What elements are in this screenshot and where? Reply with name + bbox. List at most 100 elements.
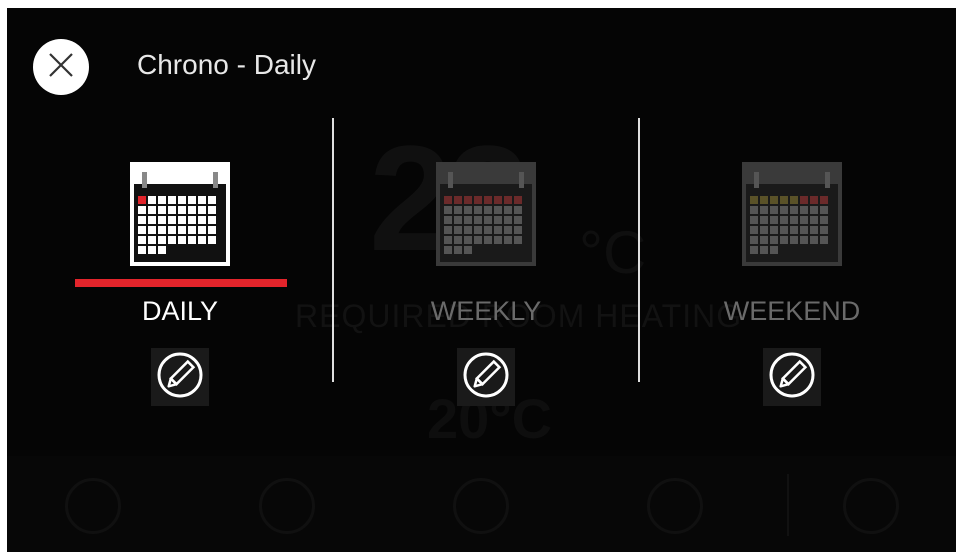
calendar-day-cell bbox=[188, 196, 196, 204]
calendar-day-cell bbox=[168, 196, 176, 204]
calendar-day-cell bbox=[474, 216, 482, 224]
calendar-day-cell bbox=[464, 246, 472, 254]
calendar-day-cell bbox=[454, 216, 462, 224]
calendar-day-cell bbox=[514, 196, 522, 204]
calendar-day-cell bbox=[800, 236, 808, 244]
calendar-day-cell bbox=[770, 226, 778, 234]
calendar-day-cell bbox=[750, 196, 758, 204]
calendar-day-cell bbox=[198, 236, 206, 244]
calendar-day-cell bbox=[158, 226, 166, 234]
background-settings-icon bbox=[259, 478, 315, 534]
background-info-icon bbox=[647, 478, 703, 534]
calendar-day-cell bbox=[464, 236, 472, 244]
calendar-day-cell bbox=[770, 246, 778, 254]
calendar-day-cell bbox=[790, 216, 798, 224]
mode-weekend[interactable]: WEEKEND bbox=[687, 158, 897, 408]
calendar-day-cell bbox=[168, 206, 176, 214]
calendar-day-cell bbox=[504, 226, 512, 234]
calendar-day-cell bbox=[514, 236, 522, 244]
calendar-day-cell bbox=[454, 246, 462, 254]
mode-label: WEEKEND bbox=[723, 296, 861, 326]
calendar-day-cell bbox=[750, 236, 758, 244]
calendar-day-cell bbox=[138, 206, 146, 214]
calendar-day-cell bbox=[158, 206, 166, 214]
calendar-day-cell bbox=[760, 196, 768, 204]
calendar-day-cell bbox=[208, 216, 216, 224]
calendar-day-cell bbox=[514, 216, 522, 224]
calendar-day-cell bbox=[158, 216, 166, 224]
page-title: Chrono - Daily bbox=[137, 49, 316, 80]
calendar-day-cell bbox=[138, 236, 146, 244]
calendar-day-cell bbox=[198, 216, 206, 224]
calendar-day-cell bbox=[810, 216, 818, 224]
calendar-day-cell bbox=[484, 206, 492, 214]
mode-daily[interactable]: DAILY bbox=[75, 158, 287, 408]
calendar-day-cell bbox=[444, 246, 452, 254]
calendar-day-cell bbox=[504, 206, 512, 214]
calendar-day-cell bbox=[208, 206, 216, 214]
calendar-day-cell bbox=[178, 196, 186, 204]
calendar-icon bbox=[434, 158, 538, 268]
edit-daily-button[interactable] bbox=[151, 348, 209, 406]
calendar-day-cell bbox=[820, 206, 828, 214]
edit-weekly-button[interactable] bbox=[457, 348, 515, 406]
calendar-day-cell bbox=[800, 206, 808, 214]
calendar-day-cell bbox=[810, 236, 818, 244]
close-button[interactable] bbox=[33, 39, 89, 95]
calendar-day-cell bbox=[780, 226, 788, 234]
background-power-icon bbox=[65, 478, 121, 534]
calendar-day-cell bbox=[464, 216, 472, 224]
close-icon bbox=[45, 49, 77, 86]
calendar-icon bbox=[128, 158, 232, 268]
calendar-day-cell bbox=[494, 196, 502, 204]
mode-weekly[interactable]: WEEKLY bbox=[381, 158, 591, 408]
calendar-day-cell bbox=[188, 226, 196, 234]
calendar-day-cell bbox=[770, 196, 778, 204]
calendar-day-cell bbox=[474, 196, 482, 204]
calendar-day-cell bbox=[494, 236, 502, 244]
edit-weekend-button[interactable] bbox=[763, 348, 821, 406]
calendar-day-cell bbox=[148, 196, 156, 204]
calendar-day-cell bbox=[148, 216, 156, 224]
calendar-day-cell bbox=[148, 206, 156, 214]
mode-label: DAILY bbox=[141, 296, 219, 326]
mode-divider bbox=[332, 118, 334, 382]
calendar-day-cell bbox=[790, 196, 798, 204]
calendar-day-cell bbox=[810, 206, 818, 214]
pencil-icon bbox=[768, 351, 816, 404]
calendar-day-cell bbox=[750, 246, 758, 254]
calendar-day-cell bbox=[514, 226, 522, 234]
calendar-day-cell bbox=[750, 226, 758, 234]
calendar-day-cell bbox=[790, 236, 798, 244]
selected-indicator bbox=[75, 279, 287, 287]
calendar-day-cell bbox=[454, 206, 462, 214]
calendar-day-cell bbox=[474, 236, 482, 244]
calendar-day-cell bbox=[474, 206, 482, 214]
calendar-day-cell bbox=[138, 226, 146, 234]
calendar-day-cell bbox=[158, 196, 166, 204]
calendar-day-cell bbox=[454, 196, 462, 204]
calendar-day-cell bbox=[514, 206, 522, 214]
calendar-day-cell bbox=[208, 226, 216, 234]
calendar-day-cell bbox=[198, 226, 206, 234]
calendar-day-cell bbox=[820, 236, 828, 244]
calendar-day-cell bbox=[800, 226, 808, 234]
calendar-day-cell bbox=[444, 206, 452, 214]
calendar-day-cell bbox=[484, 216, 492, 224]
calendar-day-cell bbox=[148, 226, 156, 234]
calendar-day-cell bbox=[780, 206, 788, 214]
calendar-day-cell bbox=[760, 206, 768, 214]
calendar-day-cell bbox=[780, 196, 788, 204]
calendar-day-cell bbox=[138, 196, 146, 204]
calendar-day-cell bbox=[750, 216, 758, 224]
calendar-day-cell bbox=[444, 216, 452, 224]
calendar-day-cell bbox=[168, 226, 176, 234]
calendar-day-cell bbox=[138, 216, 146, 224]
calendar-day-cell bbox=[454, 236, 462, 244]
calendar-day-cell bbox=[780, 216, 788, 224]
calendar-day-cell bbox=[790, 206, 798, 214]
calendar-day-cell bbox=[444, 236, 452, 244]
calendar-day-cell bbox=[464, 206, 472, 214]
calendar-day-cell bbox=[168, 236, 176, 244]
calendar-day-cell bbox=[750, 206, 758, 214]
